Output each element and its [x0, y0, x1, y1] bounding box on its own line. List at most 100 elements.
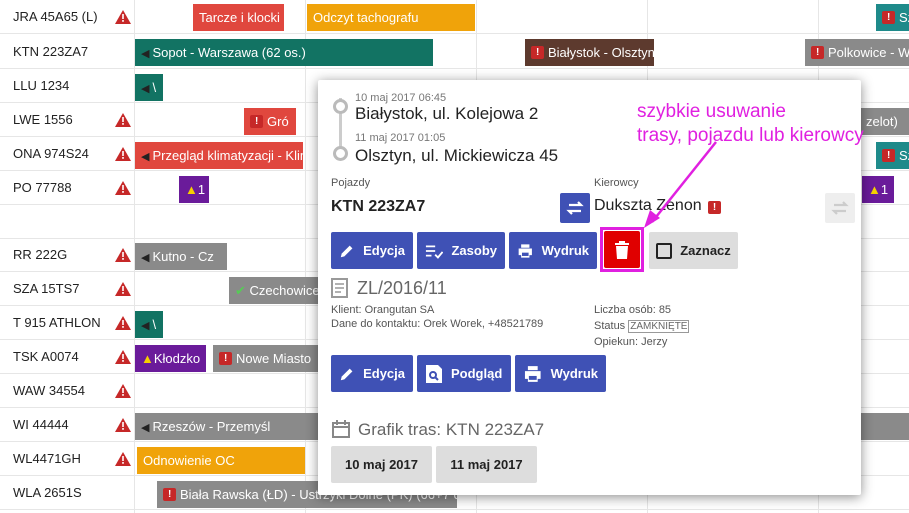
calendar-icon — [331, 419, 351, 439]
annotation-arrow — [644, 141, 717, 228]
event-bar[interactable]: Polkowice - Wa — [805, 39, 909, 66]
vehicle-name[interactable]: WAW 34554 — [13, 383, 85, 398]
checkbox-icon — [656, 242, 673, 259]
print-order-button[interactable]: Wydruk — [515, 355, 606, 392]
event-bar[interactable]: Gró — [244, 108, 296, 135]
warning-icon: ▲ — [141, 351, 154, 366]
schedule-title: Grafik tras: KTN 223ZA7 — [358, 420, 545, 439]
edit-button[interactable]: Edycja — [331, 232, 413, 269]
end-address: Olsztyn, ul. Mickiewicza 45 — [355, 146, 559, 165]
vehicle-name[interactable]: WL4471GH — [13, 451, 81, 466]
document-search-icon — [426, 364, 442, 383]
swap-disabled-icon — [825, 193, 855, 223]
warning-icon — [115, 113, 131, 127]
print-button[interactable]: Wydruk — [509, 232, 597, 269]
start-time: 10 maj 2017 06:45 — [355, 92, 447, 104]
delete-button[interactable] — [604, 231, 640, 268]
event-bar[interactable]: Odnowienie OC — [137, 447, 305, 474]
date-button[interactable]: 11 maj 2017 — [436, 446, 537, 483]
arrow-left-icon: ◀ — [141, 320, 150, 332]
warning-icon — [115, 418, 131, 432]
warning-icon: ▲ — [185, 182, 198, 197]
persons-count: Liczba osób: 85 — [594, 304, 672, 316]
vehicle-name[interactable]: TSK A0074 — [13, 349, 79, 364]
vehicle-name[interactable]: PO 77788 — [13, 180, 72, 195]
status-row: Status ZAMKNIĘTE — [594, 320, 690, 333]
event-bar[interactable]: Nowe Miasto — [213, 345, 319, 372]
event-bar[interactable]: ◀ \ — [135, 311, 163, 338]
document-icon — [331, 278, 348, 298]
event-bar[interactable]: Tarcze i klocki — [193, 4, 284, 31]
event-bar[interactable]: ▲Kłodzko — [135, 345, 206, 372]
trash-icon — [615, 240, 629, 259]
date-button[interactable]: 10 maj 2017 — [331, 446, 432, 483]
timeline-end-dot — [333, 146, 348, 161]
alert-icon — [219, 345, 232, 372]
alert-icon — [531, 39, 544, 66]
edit-order-button[interactable]: Edycja — [331, 355, 413, 392]
vehicle-name[interactable]: KTN 223ZA7 — [13, 44, 88, 59]
event-bar[interactable]: Sz — [876, 142, 909, 169]
printer-icon — [524, 365, 541, 382]
warning-icon — [115, 316, 131, 330]
vehicle-name[interactable]: LWE 1556 — [13, 112, 73, 127]
vehicle-name[interactable]: LLU 1234 — [13, 78, 69, 93]
event-bar[interactable]: ◀ Kutno - Cz — [135, 243, 227, 270]
vehicle-name[interactable]: WI 44444 — [13, 417, 69, 432]
timeline-start-dot — [333, 99, 348, 114]
select-button[interactable]: Zaznacz — [649, 232, 738, 269]
list-check-icon — [425, 244, 444, 259]
event-bar[interactable]: Sz — [876, 4, 909, 31]
event-bar[interactable]: ✔ Czechowice — [229, 277, 319, 304]
alert-icon — [163, 481, 176, 508]
driver-label: Kierowcy — [594, 177, 639, 189]
annotation-line-1: szybkie usuwanie — [637, 101, 786, 122]
pencil-icon — [340, 368, 353, 380]
client-name: Klient: Orangutan SA — [331, 304, 435, 316]
arrow-left-icon: ◀ — [141, 48, 150, 60]
start-address: Białystok, ul. Kolejowa 2 — [355, 104, 539, 123]
event-bar[interactable]: ◀ Sopot - Warszawa (62 os.) — [135, 39, 433, 66]
vehicle-name[interactable]: SZA 15TS7 — [13, 281, 79, 296]
vehicle-name[interactable]: WLA 2651S — [13, 485, 82, 500]
event-bar[interactable]: zelot) — [860, 108, 909, 135]
warning-icon — [115, 350, 131, 364]
event-bar[interactable]: Białystok - Olsztyn — [525, 39, 654, 66]
warning-icon — [115, 181, 131, 195]
resources-button[interactable]: Zasoby — [417, 232, 505, 269]
alert-icon — [250, 108, 263, 135]
arrow-left-icon: ◀ — [141, 151, 150, 163]
order-number: ZL/2016/11 — [357, 278, 447, 298]
check-icon: ✔ — [235, 283, 250, 298]
preview-button[interactable]: Podgląd — [417, 355, 511, 392]
warning-icon — [115, 147, 131, 161]
alert-icon — [882, 4, 895, 31]
status-label: Status — [594, 320, 626, 332]
pencil-icon — [340, 245, 353, 257]
warning-icon — [115, 282, 131, 296]
arrow-left-icon: ◀ — [141, 83, 150, 95]
event-bar[interactable]: ▲1 — [862, 176, 894, 203]
swap-icon[interactable] — [560, 193, 590, 223]
end-time: 11 maj 2017 01:05 — [355, 132, 446, 144]
alert-icon — [811, 39, 824, 66]
warning-icon — [115, 10, 131, 24]
event-bar[interactable]: ◀ \ — [135, 74, 163, 101]
vehicle-name[interactable]: KTN 223ZA7 — [331, 198, 425, 216]
vehicle-name[interactable]: RR 222G — [13, 247, 67, 262]
warning-icon — [115, 384, 131, 398]
alert-icon — [882, 142, 895, 169]
vehicle-label: Pojazdy — [331, 177, 371, 189]
printer-icon — [518, 243, 532, 258]
event-bar[interactable]: ◀Przegląd klimatyzacji - Klimatyzacja — [135, 142, 303, 169]
warning-icon — [115, 248, 131, 262]
vehicle-name[interactable]: JRA 45A65 (L) — [13, 9, 98, 24]
vehicle-name[interactable]: ONA 974S24 — [13, 146, 89, 161]
arrow-left-icon: ◀ — [141, 252, 150, 264]
status-badge: ZAMKNIĘTE — [628, 320, 690, 333]
guardian: Opiekun: Jerzy — [594, 336, 668, 348]
event-bar[interactable]: Odczyt tachografu — [307, 4, 475, 31]
vehicle-name[interactable]: T 915 ATHLON — [13, 315, 101, 330]
event-bar[interactable]: ▲1 — [179, 176, 209, 203]
warning-icon — [115, 452, 131, 466]
